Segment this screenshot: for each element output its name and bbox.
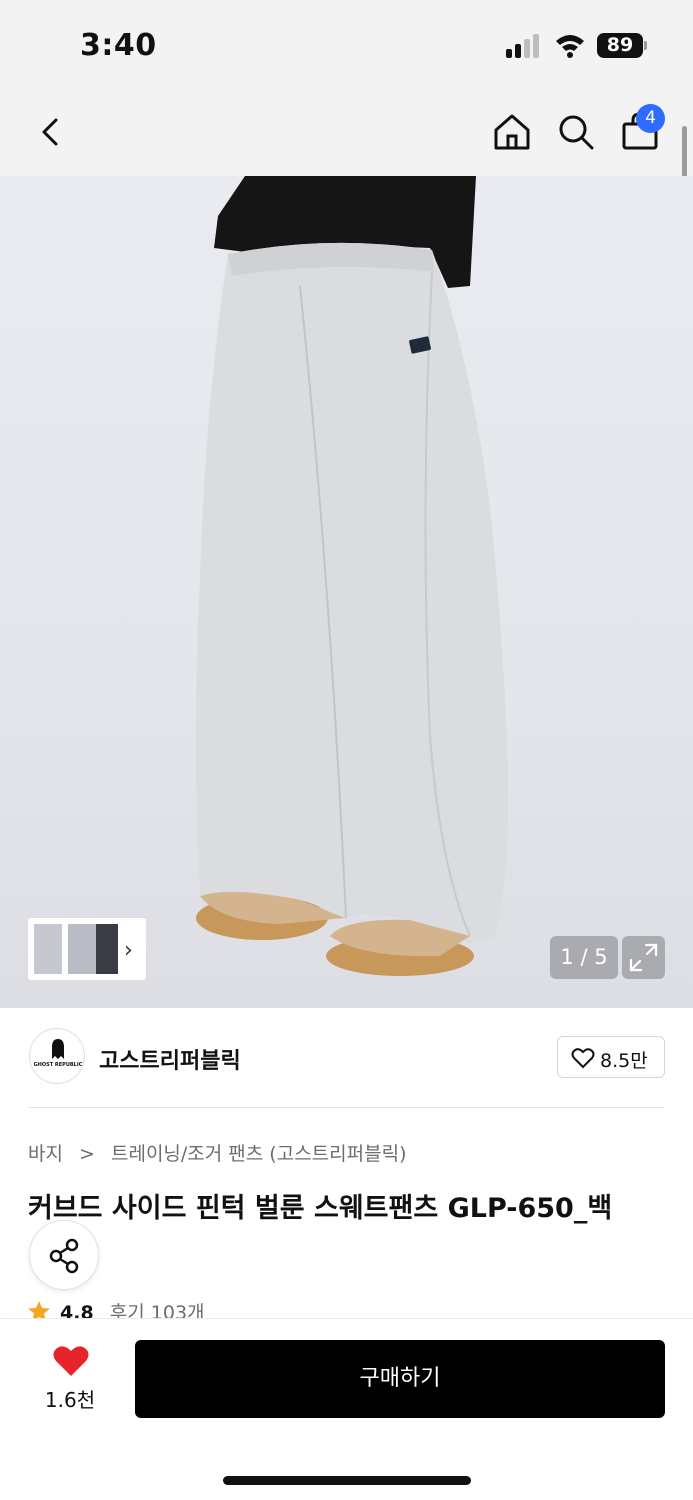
star-icon (28, 1301, 50, 1318)
breadcrumb-category[interactable]: 바지 (28, 1143, 63, 1165)
divider (28, 1107, 665, 1108)
brand-like-button[interactable]: 8.5만 (557, 1036, 665, 1078)
thumbnail[interactable] (34, 924, 62, 974)
chevron-right-icon[interactable]: › (124, 938, 133, 963)
brand-logo[interactable]: GHOST REPUBLIC (29, 1028, 85, 1084)
brand-logo-text: GHOST REPUBLIC (33, 1062, 83, 1068)
brand-name[interactable]: 고스트리퍼블릭 (99, 1043, 241, 1075)
thumbnail[interactable] (68, 924, 96, 974)
rating-value: 4.8 (60, 1302, 94, 1318)
product-image[interactable] (0, 176, 693, 1008)
battery-tip (644, 41, 647, 50)
rating-row[interactable]: 4.8 후기 103개 (28, 1298, 205, 1318)
share-button[interactable] (29, 1220, 99, 1290)
top-nav-bar (0, 90, 693, 176)
product-title: 커브드 사이드 핀턱 벌룬 스웨트팬츠 GLP-650_백 (28, 1193, 613, 1224)
home-icon[interactable] (490, 110, 534, 154)
status-bar: 3:40 89 (0, 0, 693, 90)
wish-count: 1.6천 (44, 1388, 96, 1412)
battery-indicator: 89 (597, 33, 643, 58)
wifi-icon (556, 35, 584, 58)
cart-count-badge: 4 (636, 104, 665, 133)
review-count[interactable]: 후기 103개 (110, 1302, 205, 1318)
back-icon[interactable] (28, 110, 72, 154)
heart-filled-icon[interactable] (52, 1344, 90, 1378)
breadcrumb-separator: > (79, 1143, 95, 1165)
ghost-logo-icon (52, 1039, 64, 1059)
signal-icon (506, 34, 542, 58)
breadcrumb-subcategory[interactable]: 트레이닝/조거 팬츠 (고스트리퍼블릭) (111, 1143, 407, 1165)
search-icon[interactable] (554, 110, 598, 154)
breadcrumb: 바지 > 트레이닝/조거 팬츠 (고스트리퍼블릭) (28, 1139, 407, 1166)
buy-button[interactable]: 구매하기 (135, 1340, 665, 1418)
heart-outline-icon (571, 1048, 595, 1069)
thumbnail[interactable] (96, 924, 118, 974)
status-time: 3:40 (80, 28, 157, 63)
expand-icon[interactable] (622, 936, 665, 979)
product-photo (196, 176, 509, 976)
brand-like-count: 8.5만 (600, 1050, 648, 1072)
home-indicator (223, 1476, 471, 1485)
image-pager: 1 / 5 (550, 936, 618, 979)
share-icon (49, 1238, 79, 1274)
